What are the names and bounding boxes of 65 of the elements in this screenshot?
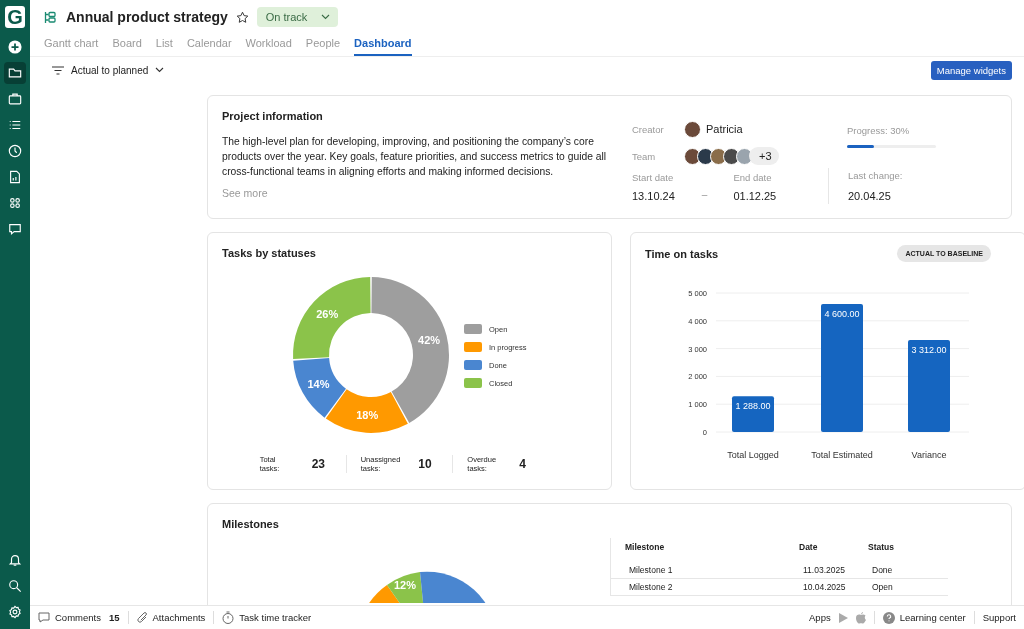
progress-label: Progress: 30% xyxy=(847,125,910,136)
field-label: End date xyxy=(733,172,773,183)
logo[interactable]: G xyxy=(5,6,25,28)
stat-value: 10 xyxy=(418,457,433,471)
avatar-icon xyxy=(684,120,701,138)
table-cell: Milestone 2 xyxy=(610,578,785,596)
start-date: 13.10.24 xyxy=(632,190,675,202)
support-link[interactable]: Support xyxy=(982,612,1016,623)
last-change-date: 20.04.25 xyxy=(848,190,892,202)
comment-count: 15 xyxy=(108,612,120,623)
bar-value-label: 4 600.00 xyxy=(824,309,860,320)
end-date: 01.12.25 xyxy=(733,190,777,202)
slice-label: 18% xyxy=(356,408,379,421)
stat-value: 4 xyxy=(519,457,527,471)
bar-value-label: 3 312.00 xyxy=(911,344,947,355)
time-tracker-link[interactable]: Task time tracker xyxy=(222,611,312,624)
stat-value: 23 xyxy=(311,457,327,471)
comment-icon xyxy=(38,612,50,623)
column-header: Status xyxy=(867,541,895,554)
table-cell: Open xyxy=(854,578,948,596)
category-label: Total Estimated xyxy=(811,450,873,460)
help-icon xyxy=(882,611,895,624)
card-title: Milestones xyxy=(222,518,280,530)
table-cell: Milestone 1 xyxy=(610,562,785,579)
filter-icon xyxy=(52,65,64,75)
bar-value-label: 1 288.00 xyxy=(735,401,771,412)
column-header: Date xyxy=(798,541,819,554)
stopwatch-icon xyxy=(222,611,235,624)
caret-icon xyxy=(321,14,331,20)
date-separator: – xyxy=(701,189,708,200)
table-cell: 10.04.2025 xyxy=(785,578,854,596)
project-title: Annual product strategy xyxy=(66,9,228,25)
comments-link[interactable]: Comments xyxy=(38,612,101,623)
star-icon[interactable] xyxy=(235,10,249,24)
category-label: Total Logged xyxy=(727,450,779,460)
hierarchy-icon xyxy=(44,10,56,24)
caret-icon xyxy=(155,67,165,73)
project-description: The high-level plan for developing, improving, and positioning the company’s core products over the year. Key goals, feature priorities, and success metrics to guide all cross-functional teams in aligning efforts and making informed decisions. xyxy=(222,135,607,179)
creator-name: Patricia xyxy=(706,123,743,135)
apps-link[interactable]: Apps xyxy=(809,612,831,623)
paperclip-icon xyxy=(136,611,148,624)
learning-center-link[interactable]: Learning center xyxy=(882,611,966,624)
column-header: Milestone xyxy=(610,538,785,562)
slice-label: 12% xyxy=(394,579,416,591)
bar xyxy=(732,396,774,432)
attachments-link[interactable]: Attachments xyxy=(136,611,206,624)
view-dropdown[interactable]: Actual to planned xyxy=(46,63,171,77)
card-title: Tasks by statuses xyxy=(222,247,317,259)
tab[interactable]: Dashboard xyxy=(354,34,412,56)
field-label: Creator xyxy=(632,123,665,135)
card-title: Project information xyxy=(222,110,324,122)
slice-label: 26% xyxy=(316,307,339,320)
more-members-badge[interactable]: +3 xyxy=(749,147,779,165)
table-cell: 11.03.2025 xyxy=(785,562,854,579)
folder-icon[interactable] xyxy=(4,62,26,84)
category-label: Variance xyxy=(911,450,947,460)
table-cell: Done xyxy=(854,562,948,579)
field-label: Last change: xyxy=(848,170,903,181)
status-dropdown[interactable]: On track xyxy=(256,7,339,27)
card-title: Time on tasks xyxy=(645,247,719,260)
slice-label: 14% xyxy=(307,377,330,390)
manage-widgets-button[interactable]: Manage widgets xyxy=(930,60,1012,80)
field-label: Team xyxy=(632,150,657,162)
field-label: Start date xyxy=(632,172,675,183)
slice-label: 42% xyxy=(418,334,441,347)
